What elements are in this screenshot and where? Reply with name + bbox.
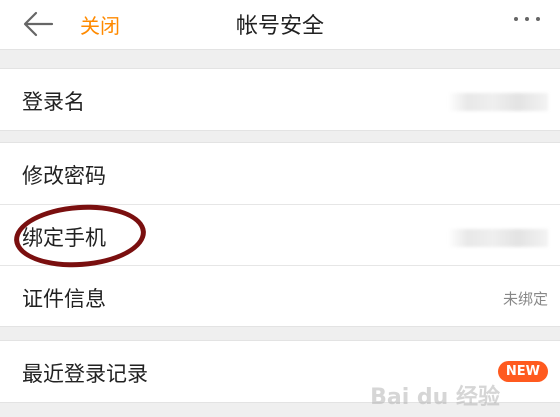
row-label: 登录名 (22, 90, 85, 114)
back-arrow-icon[interactable] (20, 8, 56, 40)
more-dots-icon[interactable] (514, 10, 544, 34)
obscured-value (448, 229, 548, 247)
row-value: 未绑定 (502, 290, 548, 308)
bind-phone-row[interactable]: 绑定手机 (0, 204, 560, 265)
obscured-value (448, 93, 548, 111)
row-label: 最近登录记录 (22, 362, 148, 386)
close-button[interactable]: 关闭 (80, 10, 120, 39)
row-label: 修改密码 (22, 164, 106, 188)
login-section: 登录名 (0, 68, 560, 131)
security-section: 修改密码 绑定手机 证件信息 未绑定 (0, 142, 560, 327)
recent-login-row[interactable]: 最近登录记录 NEW (0, 341, 560, 402)
account-security-screen: 关闭 帐号安全 登录名 修改密码 绑定手机 证件信息 未绑定 最近登录记录 NE… (0, 0, 560, 417)
login-name-row[interactable]: 登录名 (0, 69, 560, 130)
row-label: 证件信息 (22, 287, 106, 311)
new-badge: NEW (497, 361, 548, 382)
id-info-row[interactable]: 证件信息 未绑定 (0, 265, 560, 326)
change-password-row[interactable]: 修改密码 (0, 143, 560, 204)
row-label: 绑定手机 (22, 226, 106, 250)
history-section: 最近登录记录 NEW (0, 340, 560, 403)
top-bar: 关闭 帐号安全 (0, 0, 560, 50)
